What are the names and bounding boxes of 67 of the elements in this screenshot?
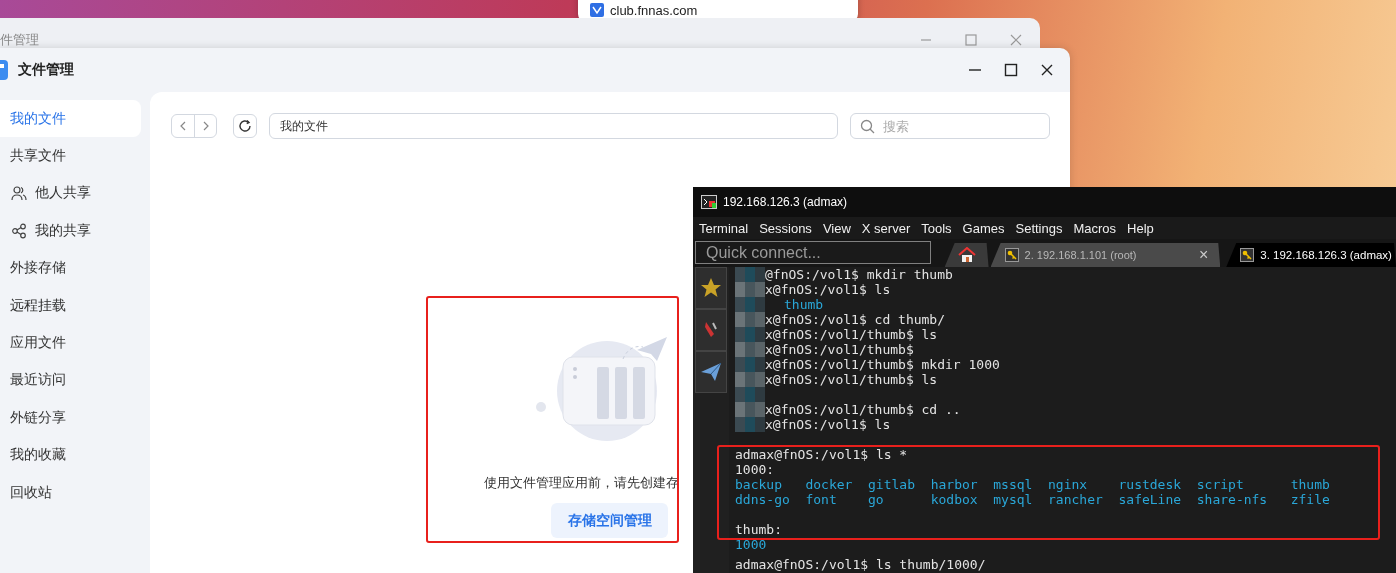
storage-manage-button[interactable]: 存储空间管理 — [551, 503, 668, 538]
directory-name: thumb — [784, 297, 824, 312]
directory-name: safeLine — [1118, 492, 1182, 507]
terminal-line: x@fnOS:/vol1/thumb$ cd .. — [765, 402, 961, 417]
sidebar-item[interactable]: 外接存储 — [0, 249, 141, 287]
directory-name: gitlab — [868, 477, 915, 492]
window-title: 192.168.126.3 (admax) — [723, 195, 848, 209]
sidebar-item[interactable]: 应用文件 — [0, 324, 141, 362]
terminal-line: x@fnOS:/vol1/thumb$ — [765, 342, 914, 357]
url-text: club.fnnas.com — [610, 2, 698, 18]
empty-message: 使用文件管理应用前，请先创建存 — [484, 474, 679, 492]
menu-item[interactable]: Games — [962, 220, 1005, 236]
directory-name: backup — [735, 477, 782, 492]
directory-name: zfile — [1290, 492, 1330, 507]
menu-item[interactable]: View — [822, 220, 851, 236]
sidebar-item[interactable]: 我的收藏 — [0, 436, 141, 474]
menu-item[interactable]: Settings — [1015, 220, 1063, 236]
sidebar-item[interactable]: 外链分享 — [0, 399, 141, 437]
directory-name: rancher — [1048, 492, 1103, 507]
directory-name: font — [805, 492, 837, 507]
terminal-line: x@fnOS:/vol1/thumb$ mkdir 1000 — [765, 357, 1000, 372]
terminal-line: x@fnOS:/vol1$ ls — [765, 282, 891, 297]
session-tab[interactable]: 2. 192.168.1.101 (root) × — [990, 243, 1221, 267]
directory-name: mysql — [993, 492, 1033, 507]
sidebar-item[interactable]: 回收站 — [0, 473, 141, 512]
close-tab-icon[interactable]: × — [1198, 246, 1209, 264]
session-tab[interactable]: 3. 192.168.126.3 (admax) — [1226, 243, 1396, 267]
menu-item[interactable]: Tools — [921, 220, 952, 236]
menu-item[interactable]: Help — [1127, 220, 1154, 236]
window-title: 件管理 — [0, 31, 39, 49]
directory-name: docker — [805, 477, 853, 492]
terminal-line: x@fnOS:/vol1/thumb$ ls — [765, 327, 938, 342]
directory-name: thumb — [1290, 477, 1330, 492]
directory-name: mssql — [993, 477, 1033, 492]
path-field[interactable]: 我的文件 — [269, 113, 838, 139]
directory-name: go — [868, 492, 884, 507]
menu-item[interactable]: Terminal — [699, 220, 749, 236]
directory-name: 1000 — [735, 537, 767, 552]
directory-name: script — [1196, 477, 1244, 492]
sidebar-item[interactable]: 我的文件 — [0, 100, 141, 138]
terminal-line: thumb: — [735, 522, 782, 537]
sidebar-item[interactable]: 他人共享 — [0, 174, 141, 213]
menu-item[interactable]: Sessions — [759, 220, 812, 236]
sidebar-item[interactable]: 我的共享 — [0, 212, 141, 250]
sidebar-label: 他人共享 — [35, 184, 91, 203]
directory-name: share-nfs — [1196, 492, 1268, 507]
sidebar-label: 我的共享 — [35, 221, 91, 240]
menu-item[interactable]: Macros — [1073, 220, 1117, 236]
directory-name: kodbox — [930, 492, 978, 507]
window-title: 文件管理 — [18, 61, 75, 79]
directory-name: rustdesk — [1118, 477, 1182, 492]
sidebar-item[interactable]: 远程挂载 — [0, 286, 141, 325]
terminal-line: admax@fnOS:/vol1$ ls * — [735, 447, 908, 462]
sidebar-item[interactable]: 最近访问 — [0, 361, 141, 400]
terminal-line: x@fnOS:/vol1$ ls — [765, 417, 891, 432]
terminal-line: x@fnOS:/vol1$ cd thumb/ — [765, 312, 945, 327]
sidebar-item[interactable]: 共享文件 — [0, 137, 141, 175]
quick-connect-field[interactable]: Quick connect... — [695, 241, 931, 264]
directory-name: nginx — [1048, 477, 1088, 492]
terminal-line: x@fnOS:/vol1/thumb$ ls — [765, 372, 938, 387]
terminal-line: @fnOS:/vol1$ mkdir thumb — [765, 267, 953, 282]
directory-name: ddns-go — [735, 492, 790, 507]
terminal-line: admax@fnOS:/vol1$ ls thumb/1000/ — [735, 557, 986, 572]
search-field[interactable]: 搜索 — [850, 113, 1050, 139]
directory-name: harbor — [930, 477, 978, 492]
menu-item[interactable]: X server — [861, 220, 911, 236]
terminal-line: 1000: — [735, 462, 775, 477]
